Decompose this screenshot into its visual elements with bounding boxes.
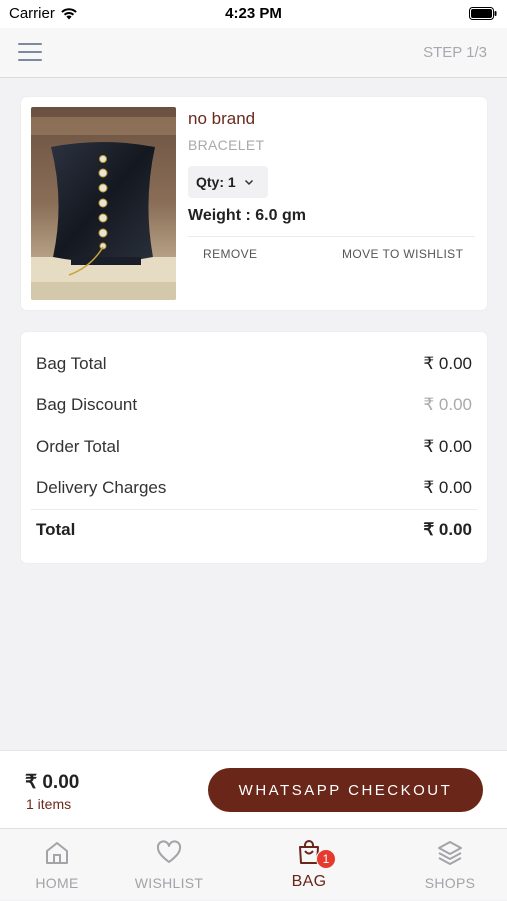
delivery-charges-value: ₹ 0.00	[423, 478, 472, 497]
total-label: Total	[36, 520, 76, 539]
bag-total-value: ₹ 0.00	[423, 354, 472, 373]
bag-discount-label: Bag Discount	[36, 395, 138, 414]
heart-icon	[156, 840, 182, 863]
tab-wishlist-label: WISHLIST	[134, 875, 204, 891]
order-total-value: ₹ 0.00	[423, 437, 472, 456]
bag-total-label: Bag Total	[36, 354, 107, 373]
move-to-wishlist-button[interactable]: MOVE TO WISHLIST	[342, 247, 463, 261]
whatsapp-checkout-button[interactable]: WHATSAPP CHECKOUT	[208, 768, 483, 812]
top-nav-bar: STEP 1/3	[0, 28, 507, 78]
checkout-bar: ₹ 0.00 1 items WHATSAPP CHECKOUT	[0, 750, 507, 828]
status-bar: Carrier 4:23 PM	[0, 0, 507, 28]
order-total-row: Order Total ₹ 0.00	[36, 437, 472, 457]
tab-bag[interactable]: 1 BAG	[254, 829, 364, 901]
bag-discount-value: ₹ 0.00	[423, 395, 472, 414]
tab-home[interactable]: HOME	[2, 829, 112, 901]
tab-bag-label: BAG	[291, 873, 327, 890]
quantity-label: Qty: 1	[196, 174, 236, 190]
tab-shops-label: SHOPS	[424, 875, 476, 891]
total-value: ₹ 0.00	[423, 520, 472, 539]
summary-divider	[31, 509, 477, 510]
layers-icon	[438, 841, 462, 865]
remove-button[interactable]: REMOVE	[203, 247, 257, 261]
checkout-step-indicator: STEP 1/3	[423, 44, 487, 61]
battery-icon	[469, 7, 497, 20]
home-icon	[46, 842, 68, 864]
total-row: Total ₹ 0.00	[36, 520, 472, 540]
product-weight: Weight : 6.0 gm	[188, 207, 306, 224]
bottom-tab-bar: HOME WISHLIST 1 BAG SHOPS	[0, 828, 507, 900]
checkout-price: ₹ 0.00	[25, 772, 80, 793]
product-category: BRACELET	[188, 137, 265, 153]
bag-total-row: Bag Total ₹ 0.00	[36, 354, 472, 374]
chevron-down-icon	[244, 179, 253, 186]
order-summary-card: Bag Total ₹ 0.00 Bag Discount ₹ 0.00 Ord…	[21, 332, 487, 563]
tab-shops[interactable]: SHOPS	[395, 829, 505, 901]
cart-item-card: no brand BRACELET Qty: 1 Weight : 6.0 gm…	[21, 97, 487, 310]
delivery-charges-row: Delivery Charges ₹ 0.00	[36, 478, 472, 498]
order-total-label: Order Total	[36, 437, 120, 456]
tab-home-label: HOME	[35, 875, 79, 891]
tab-wishlist[interactable]: WISHLIST	[114, 829, 224, 901]
checkout-item-count: 1 items	[26, 796, 72, 812]
item-actions-divider	[188, 236, 475, 237]
bag-discount-row: Bag Discount ₹ 0.00	[36, 395, 472, 415]
bag-count-badge: 1	[316, 849, 336, 869]
quantity-selector[interactable]: Qty: 1	[188, 166, 268, 198]
hamburger-menu-icon[interactable]	[18, 43, 42, 63]
product-image[interactable]	[31, 107, 176, 300]
delivery-charges-label: Delivery Charges	[36, 478, 167, 497]
product-brand[interactable]: no brand	[188, 109, 255, 129]
status-time: 4:23 PM	[225, 5, 282, 22]
